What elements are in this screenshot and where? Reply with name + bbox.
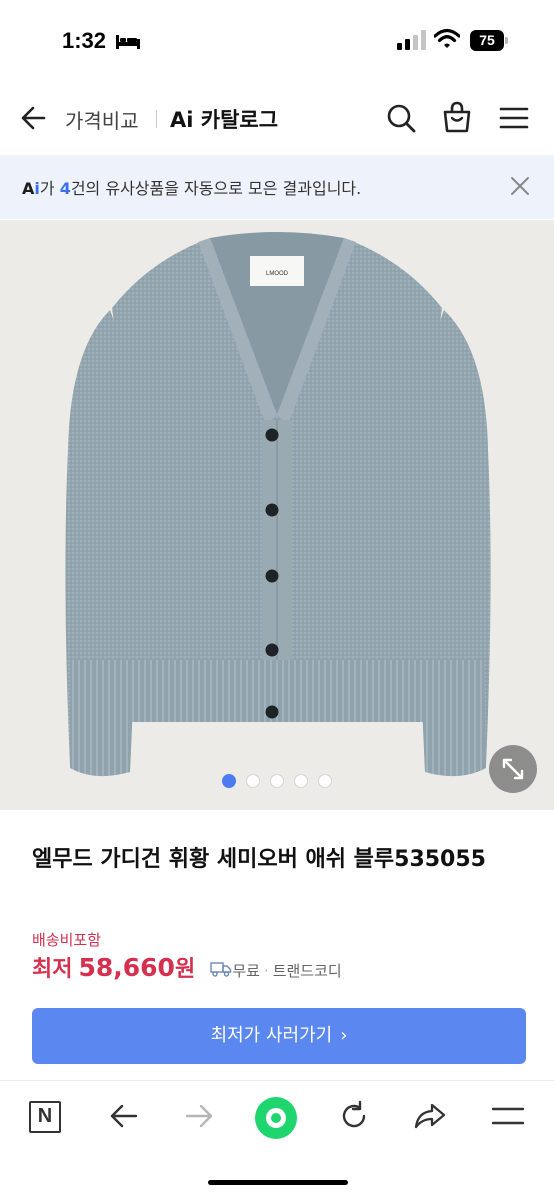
pager-dot-4[interactable] bbox=[294, 774, 308, 788]
truck-icon bbox=[210, 962, 232, 977]
price-row: 최저 58,660원 무료 · 트랜드코디 bbox=[32, 951, 342, 987]
seller-name[interactable]: 트랜드코디 bbox=[273, 962, 342, 980]
battery-indicator: 75 bbox=[470, 30, 508, 51]
share-icon[interactable] bbox=[412, 1098, 448, 1134]
shopping-bag-icon[interactable] bbox=[442, 101, 472, 133]
cardigan-label: LMOOD bbox=[266, 271, 289, 277]
chevron-right-icon: › bbox=[340, 1025, 348, 1046]
refresh-icon[interactable] bbox=[336, 1098, 372, 1134]
home-dot-icon[interactable] bbox=[255, 1097, 297, 1139]
status-time: 1:32 bbox=[62, 28, 107, 53]
pager-dot-5[interactable] bbox=[318, 774, 332, 788]
ai-logo: Ai bbox=[22, 179, 40, 198]
back-icon[interactable] bbox=[105, 1098, 141, 1134]
free-shipping: 무료 bbox=[232, 962, 260, 980]
signal-icon bbox=[397, 30, 426, 50]
gallery-pager bbox=[222, 774, 332, 788]
ai-notice-banner: Ai가 4건의 유사상품을 자동으로 모은 결과입니다. bbox=[0, 155, 554, 219]
wifi-icon bbox=[434, 28, 460, 48]
ai-notice-ga: 가 bbox=[39, 179, 60, 198]
bed-icon bbox=[116, 35, 140, 49]
menu-icon[interactable] bbox=[499, 106, 529, 130]
lowest-price-label: 최저 bbox=[32, 957, 73, 982]
app-header: 가격비교 Ai 카탈로그 bbox=[0, 90, 554, 148]
battery-level: 75 bbox=[470, 30, 504, 51]
price-value: 58,660 bbox=[78, 953, 175, 982]
close-icon[interactable] bbox=[510, 176, 530, 196]
product-image: LMOOD bbox=[65, 232, 491, 777]
menu-icon[interactable] bbox=[490, 1098, 526, 1134]
product-image-gallery[interactable]: LMOOD bbox=[0, 220, 554, 810]
expand-icon bbox=[502, 758, 524, 780]
seller-separator: · bbox=[263, 962, 269, 980]
shipping-included-note: 배송비포함 bbox=[32, 931, 102, 949]
cta-label: 최저가 사러가기 bbox=[210, 1025, 333, 1046]
back-arrow-icon[interactable] bbox=[20, 104, 48, 132]
buy-lowest-price-button[interactable]: 최저가 사러가기 › bbox=[32, 1008, 526, 1064]
pager-dot-1[interactable] bbox=[222, 774, 236, 788]
expand-image-button[interactable] bbox=[489, 745, 537, 793]
pager-dot-3[interactable] bbox=[270, 774, 284, 788]
home-indicator bbox=[208, 1180, 348, 1185]
forward-icon[interactable] bbox=[182, 1098, 218, 1134]
ai-notice-text: Ai가 4건의 유사상품을 자동으로 모은 결과입니다. bbox=[22, 175, 361, 199]
battery-tip bbox=[505, 37, 508, 44]
ai-notice-rest: 건의 유사상품을 자동으로 모은 결과입니다. bbox=[70, 179, 362, 198]
header-divider bbox=[156, 110, 157, 128]
ai-similar-count: 4 bbox=[59, 179, 71, 198]
naver-n-icon[interactable]: N bbox=[29, 1101, 61, 1133]
page-title: Ai 카탈로그 bbox=[170, 108, 279, 132]
search-icon[interactable] bbox=[386, 103, 416, 133]
status-bar: 1:32 75 bbox=[0, 0, 554, 84]
product-title: 엘무드 가디건 휘황 세미오버 애쉬 블루535055 bbox=[32, 847, 486, 872]
header-compare-link[interactable]: 가격비교 bbox=[65, 105, 139, 134]
pager-dot-2[interactable] bbox=[246, 774, 260, 788]
price-unit: 원 bbox=[174, 957, 196, 982]
